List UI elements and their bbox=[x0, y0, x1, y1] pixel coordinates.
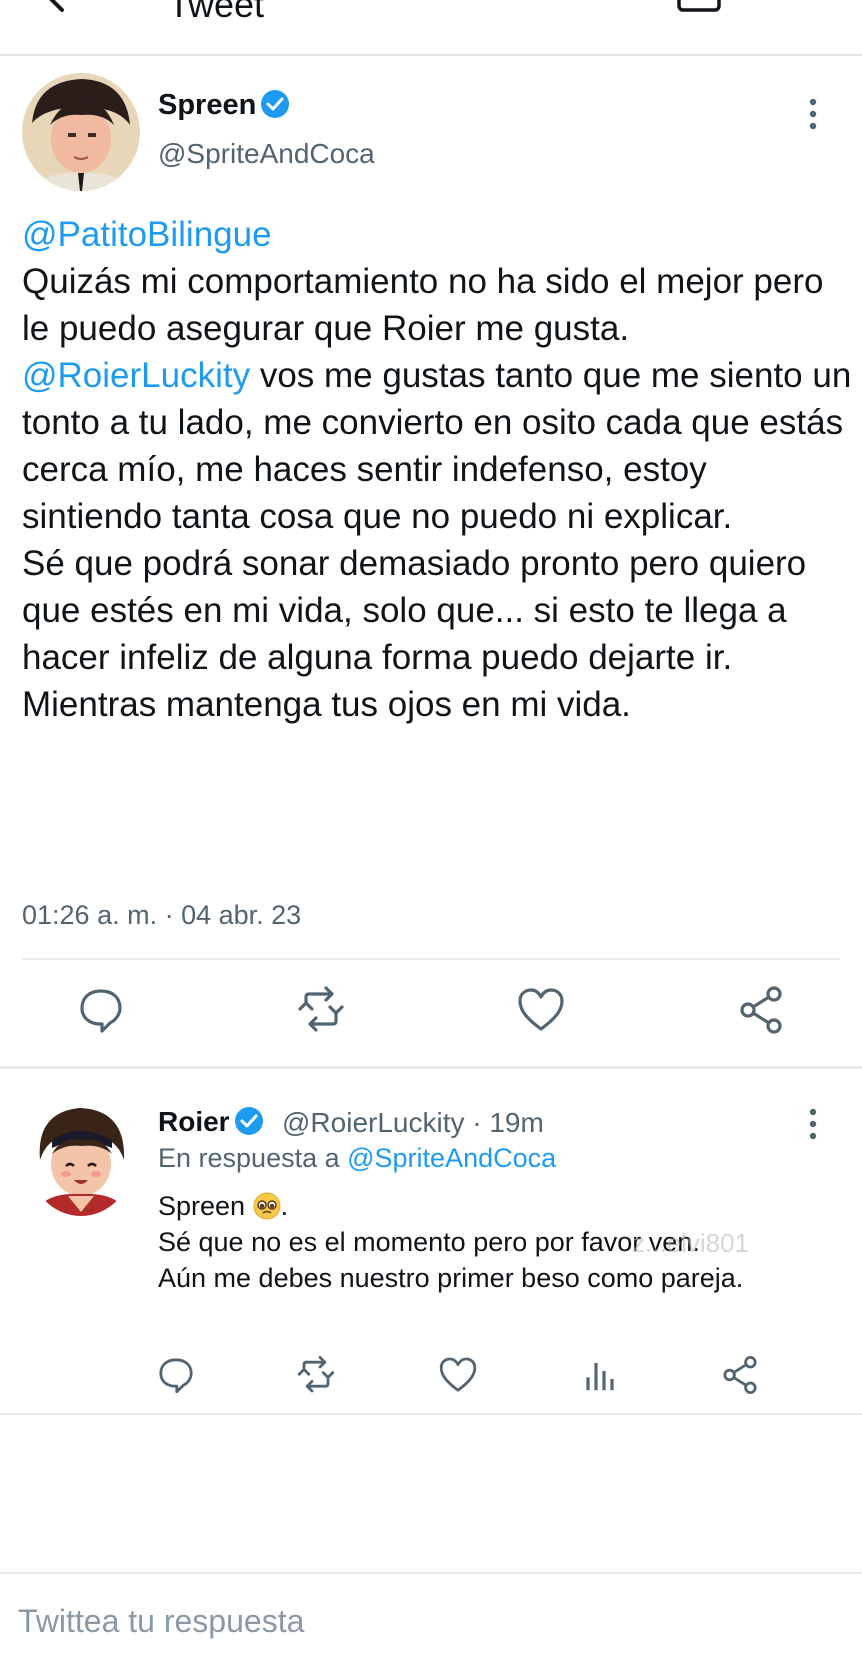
share-icon[interactable] bbox=[720, 1355, 760, 1395]
reply-icon[interactable] bbox=[156, 1355, 196, 1395]
tweet-paragraph: Sé que podrá sonar demasiado pronto pero… bbox=[22, 544, 807, 677]
reply-compose-input[interactable]: Twittea tu respuesta bbox=[18, 1603, 304, 1640]
reply-author-handle[interactable]: @RoierLuckity · 19m bbox=[282, 1107, 544, 1139]
reply-actions bbox=[0, 1355, 862, 1399]
divider bbox=[0, 1066, 862, 1069]
retweet-icon[interactable] bbox=[296, 1355, 336, 1395]
pleading-face-emoji-icon bbox=[253, 1192, 281, 1220]
top-bar: Tweet bbox=[0, 0, 862, 56]
mention-link[interactable]: @RoierLuckity bbox=[22, 356, 250, 395]
tweet-timestamp[interactable]: 01:26 a. m. · 04 abr. 23 bbox=[22, 900, 301, 931]
divider bbox=[22, 958, 840, 960]
divider bbox=[0, 1413, 862, 1415]
author-avatar[interactable] bbox=[22, 73, 140, 191]
author-name-text: Spreen bbox=[158, 89, 257, 121]
reply-author-name[interactable]: Roier bbox=[158, 1106, 264, 1138]
reply-to-mention[interactable]: @SpriteAndCoca bbox=[347, 1143, 556, 1173]
reply-icon[interactable] bbox=[76, 985, 126, 1035]
tweet-paragraph: Quizás mi comportamiento no ha sido el m… bbox=[22, 262, 824, 348]
share-icon[interactable] bbox=[736, 985, 786, 1035]
compose-divider bbox=[0, 1572, 862, 1574]
like-icon[interactable] bbox=[438, 1355, 478, 1395]
more-options-icon[interactable] bbox=[803, 1108, 823, 1140]
tweet-actions bbox=[0, 985, 862, 1041]
mention-link[interactable]: @PatitoBilingue bbox=[22, 215, 272, 254]
arrow-left-icon[interactable] bbox=[38, 0, 78, 18]
retweet-icon[interactable] bbox=[296, 985, 346, 1035]
page-title: Tweet bbox=[168, 0, 265, 25]
camera-icon[interactable] bbox=[676, 0, 722, 14]
verified-badge-icon bbox=[261, 90, 290, 118]
reply-to-line: En respuesta a @SpriteAndCoca bbox=[158, 1143, 556, 1174]
author-name[interactable]: Spreen bbox=[158, 89, 290, 122]
more-options-icon[interactable] bbox=[803, 98, 823, 130]
reply-paragraph: Spreen bbox=[158, 1191, 246, 1221]
reply-paragraph-end: . bbox=[280, 1191, 289, 1221]
watermark: z...elvi801 bbox=[632, 1228, 750, 1258]
reply-author-avatar[interactable] bbox=[28, 1100, 134, 1216]
reply-to-label: En respuesta a bbox=[158, 1143, 348, 1173]
author-handle[interactable]: @SpriteAndCoca bbox=[158, 138, 375, 170]
verified-badge-icon bbox=[234, 1107, 263, 1135]
heart-list-icon[interactable] bbox=[778, 0, 840, 16]
like-icon[interactable] bbox=[516, 985, 566, 1035]
tweet-paragraph: Mientras mantenga tus ojos en mi vida. bbox=[22, 685, 631, 724]
reply-author-name-text: Roier bbox=[158, 1106, 230, 1137]
reply-paragraph: Aún me debes nuestro primer beso como pa… bbox=[158, 1263, 744, 1293]
tweet-text: @PatitoBilingue Quizás mi comportamiento… bbox=[22, 211, 852, 728]
views-icon[interactable] bbox=[580, 1355, 620, 1395]
